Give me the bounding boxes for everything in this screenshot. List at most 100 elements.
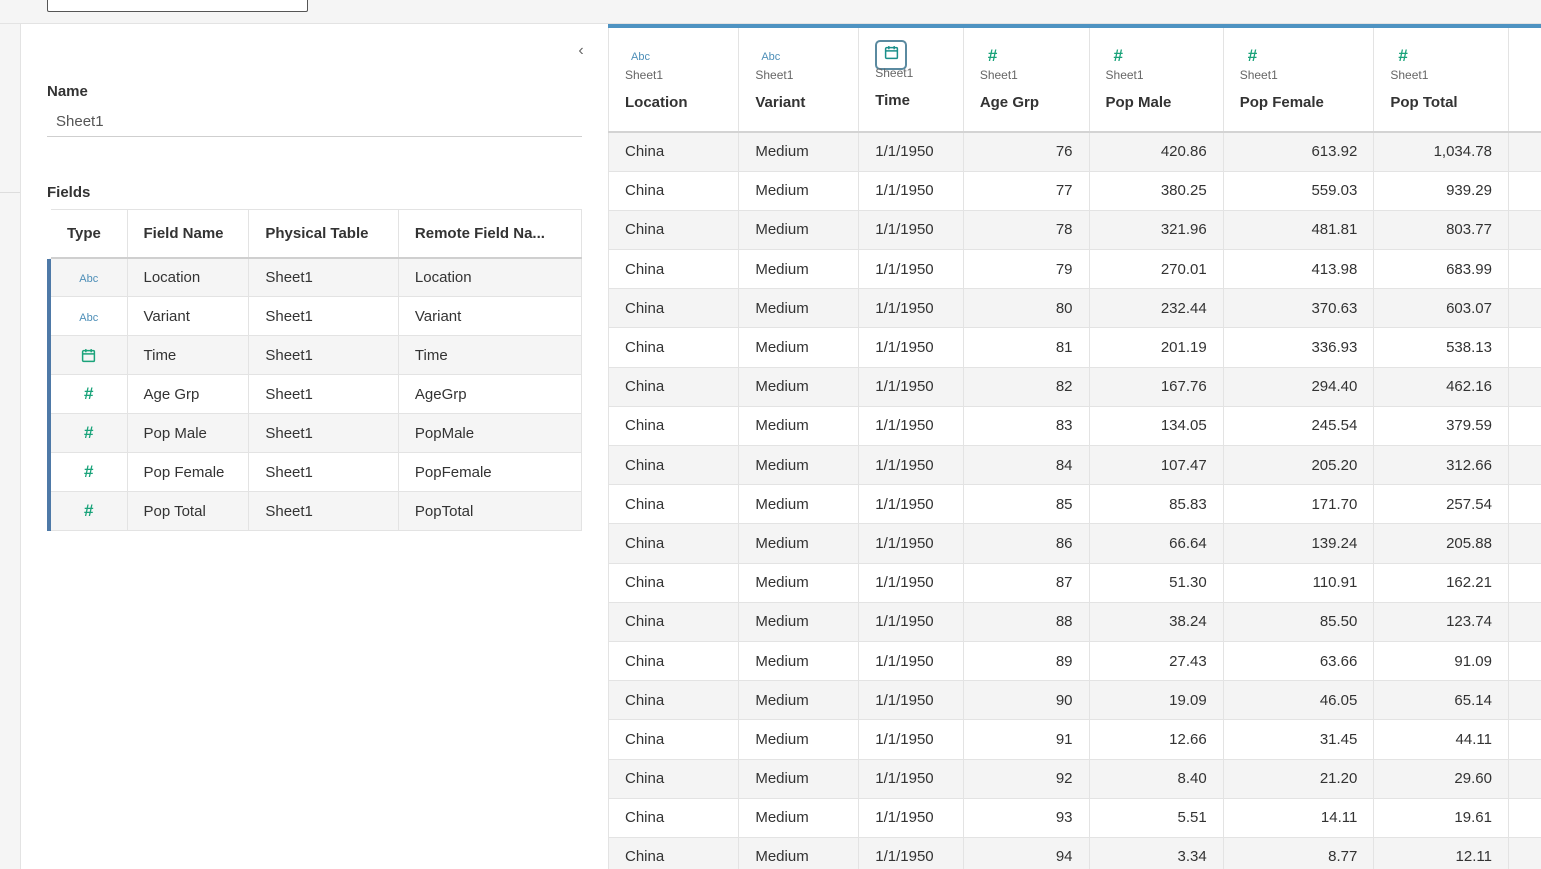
- string-type-icon[interactable]: Abc: [755, 46, 858, 66]
- cell-pop-male: 201.19: [1089, 327, 1224, 368]
- field-type-cell[interactable]: #: [47, 491, 128, 531]
- grid-column-header-pop-male[interactable]: # Sheet1 Pop Male: [1089, 24, 1224, 133]
- cell-pop-female: 294.40: [1223, 367, 1375, 407]
- column-source-label: Sheet1: [1105, 68, 1144, 82]
- table-row: China Medium 1/1/1950 87 51.30 110.91 162.21: [608, 563, 1541, 603]
- field-type-cell[interactable]: #: [47, 413, 128, 453]
- remote-field-name-cell: Variant: [398, 296, 583, 336]
- cell-pop-total: 44.11: [1373, 719, 1509, 760]
- cell-time: 1/1/1950: [858, 171, 964, 211]
- number-type-icon[interactable]: #: [980, 46, 1089, 66]
- physical-table-cell: Sheet1: [248, 491, 399, 531]
- field-row-pop-male[interactable]: # Pop Male Sheet1 PopMale: [47, 413, 583, 453]
- grid-column-header-time[interactable]: Sheet1 Time: [858, 24, 964, 133]
- cell-time: 1/1/1950: [858, 837, 964, 869]
- cell-age-grp: 76: [963, 132, 1090, 172]
- number-type-icon: #: [84, 462, 94, 481]
- remote-field-name-cell: Time: [398, 335, 583, 375]
- cell-pop-total: 803.77: [1373, 210, 1509, 251]
- cell-pop-male: 107.47: [1089, 445, 1224, 486]
- number-type-icon: #: [84, 423, 94, 442]
- cell-location: China: [608, 798, 740, 838]
- number-type-icon[interactable]: #: [1106, 46, 1223, 66]
- field-name-cell[interactable]: Pop Female: [127, 452, 250, 492]
- name-label: Name: [47, 83, 88, 100]
- table-row: China Medium 1/1/1950 82 167.76 294.40 462.16: [608, 367, 1541, 407]
- column-source-label: Sheet1: [755, 68, 794, 82]
- field-type-cell[interactable]: [47, 335, 128, 375]
- grid-column-header-age-grp[interactable]: # Sheet1 Age Grp: [963, 24, 1090, 133]
- field-row-variant[interactable]: Abc Variant Sheet1 Variant: [47, 296, 583, 336]
- column-header-physical-table[interactable]: Physical Table: [248, 209, 399, 259]
- cell-pop-total: 29.60: [1373, 759, 1509, 799]
- field-row-pop-female[interactable]: # Pop Female Sheet1 PopFemale: [47, 452, 583, 492]
- cell-pop-male: 66.64: [1089, 523, 1224, 564]
- cell-overflow: [1508, 171, 1541, 211]
- cell-variant: Medium: [738, 445, 860, 486]
- cell-time: 1/1/1950: [858, 367, 964, 407]
- field-type-cell[interactable]: Abc: [47, 296, 128, 336]
- field-type-cell[interactable]: Abc: [47, 257, 128, 297]
- field-type-cell[interactable]: #: [47, 452, 128, 492]
- number-type-icon[interactable]: #: [1240, 46, 1374, 66]
- cell-pop-male: 232.44: [1089, 288, 1224, 329]
- calendar-icon: [81, 347, 96, 364]
- table-row: China Medium 1/1/1950 88 38.24 85.50 123.74: [608, 602, 1541, 642]
- physical-table-cell: Sheet1: [248, 452, 399, 492]
- cell-age-grp: 86: [963, 523, 1090, 564]
- field-row-location[interactable]: Abc Location Sheet1 Location: [47, 257, 583, 297]
- field-row-age-grp[interactable]: # Age Grp Sheet1 AgeGrp: [47, 374, 583, 414]
- field-name-cell[interactable]: Pop Male: [127, 413, 250, 453]
- column-field-name: Pop Total: [1390, 94, 1458, 111]
- cell-pop-female: 413.98: [1223, 249, 1375, 290]
- cell-pop-female: 205.20: [1223, 445, 1375, 486]
- cell-variant: Medium: [738, 719, 860, 760]
- cell-location: China: [608, 602, 740, 642]
- field-name-cell[interactable]: Time: [127, 335, 250, 375]
- table-row: China Medium 1/1/1950 81 201.19 336.93 538.13: [608, 327, 1541, 368]
- table-row: China Medium 1/1/1950 89 27.43 63.66 91.09: [608, 641, 1541, 682]
- connection-sheet-select[interactable]: [47, 0, 308, 12]
- cell-pop-female: 613.92: [1223, 132, 1375, 172]
- string-type-icon[interactable]: Abc: [625, 46, 738, 66]
- collapse-panel-button[interactable]: ‹: [572, 42, 590, 60]
- cell-pop-female: 21.20: [1223, 759, 1375, 799]
- grid-column-header-pop-total[interactable]: # Sheet1 Pop Total: [1373, 24, 1509, 133]
- cell-pop-female: 85.50: [1223, 602, 1375, 642]
- column-source-label: Sheet1: [979, 68, 1018, 82]
- cell-location: China: [608, 837, 740, 869]
- field-name-cell[interactable]: Pop Total: [127, 491, 250, 531]
- field-row-pop-total[interactable]: # Pop Total Sheet1 PopTotal: [47, 491, 583, 531]
- table-row: China Medium 1/1/1950 86 66.64 139.24 205.88: [608, 523, 1541, 564]
- cell-pop-female: 46.05: [1223, 680, 1375, 721]
- column-header-remote-field-name[interactable]: Remote Field Na...: [398, 209, 583, 259]
- cell-pop-total: 1,034.78: [1373, 132, 1509, 172]
- sheet-name-field[interactable]: [47, 107, 582, 137]
- field-name-cell[interactable]: Variant: [127, 296, 250, 336]
- cell-age-grp: 79: [963, 249, 1090, 290]
- number-type-icon[interactable]: #: [1390, 46, 1508, 66]
- column-header-type[interactable]: Type: [49, 209, 128, 259]
- cell-pop-total: 65.14: [1373, 680, 1509, 721]
- cell-variant: Medium: [738, 523, 860, 564]
- column-header-field-name[interactable]: Field Name: [127, 209, 250, 259]
- field-row-time[interactable]: Time Sheet1 Time: [47, 335, 583, 375]
- cell-overflow: [1508, 484, 1541, 525]
- cell-age-grp: 80: [963, 288, 1090, 329]
- cell-pop-female: 245.54: [1223, 406, 1375, 447]
- cell-age-grp: 77: [963, 171, 1090, 211]
- field-type-cell[interactable]: #: [47, 374, 128, 414]
- cell-variant: Medium: [738, 171, 860, 211]
- field-name-cell[interactable]: Age Grp: [127, 374, 250, 414]
- cell-overflow: [1508, 563, 1541, 603]
- grid-column-header-pop-female[interactable]: # Sheet1 Pop Female: [1223, 24, 1375, 133]
- grid-column-header-location[interactable]: Abc Sheet1 Location: [608, 24, 740, 133]
- field-name-cell[interactable]: Location: [127, 257, 250, 297]
- cell-age-grp: 85: [963, 484, 1090, 525]
- cell-pop-total: 19.61: [1373, 798, 1509, 838]
- cell-age-grp: 90: [963, 680, 1090, 721]
- cell-age-grp: 91: [963, 719, 1090, 760]
- column-field-name: Location: [625, 94, 688, 111]
- table-row: China Medium 1/1/1950 90 19.09 46.05 65.14: [608, 680, 1541, 721]
- grid-column-header-variant[interactable]: Abc Sheet1 Variant: [738, 24, 860, 133]
